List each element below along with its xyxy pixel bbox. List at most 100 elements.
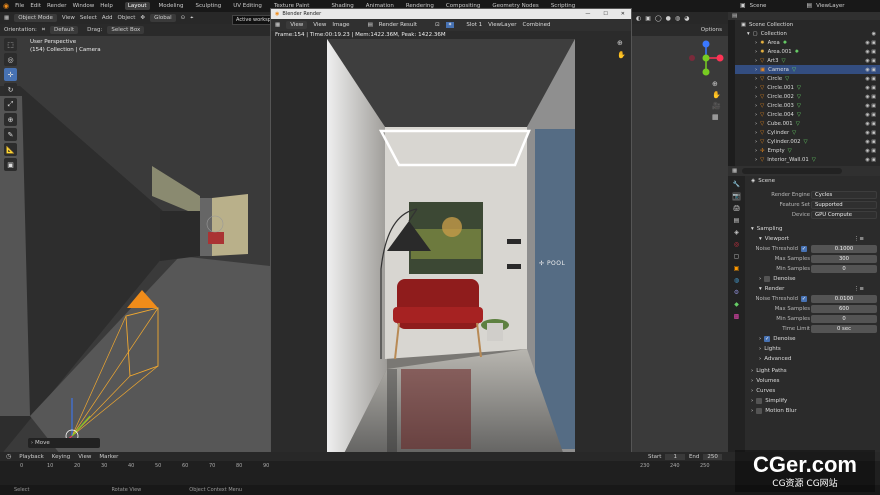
3d-viewport[interactable]: User Perspective (154) Collection | Came… xyxy=(0,36,270,454)
visibility-eye-icon[interactable]: ◉ ▣ xyxy=(865,157,876,163)
feature-set-dropdown[interactable]: Supported xyxy=(811,201,877,209)
row-chevron-icon[interactable]: › xyxy=(755,148,757,154)
visibility-eye-icon[interactable]: ◉ ▣ xyxy=(865,49,876,55)
texture-tab-icon[interactable]: ▩ xyxy=(732,312,741,321)
visibility-eye-icon[interactable]: ◉ ▣ xyxy=(865,112,876,118)
add-cube-tool-icon[interactable]: ▣ xyxy=(4,158,17,171)
viewlayer-dropdown[interactable]: ViewLayer xyxy=(488,22,516,28)
zoom-view-icon[interactable]: ⊕ xyxy=(712,80,721,88)
output-tab-icon[interactable]: 🖨 xyxy=(732,204,741,213)
timeline-editor-icon[interactable]: ◷ xyxy=(6,453,11,460)
outliner-row-circle-003[interactable]: › ▽ Circle.003 ▽ ◉ ▣ xyxy=(735,101,880,110)
lights-subpanel-header[interactable]: › Lights xyxy=(745,344,880,354)
render-denoise-checkbox[interactable]: ✓ xyxy=(764,336,771,342)
close-icon[interactable]: ✕ xyxy=(621,11,625,17)
start-field[interactable]: 1 xyxy=(665,453,685,460)
maximize-icon[interactable]: ☐ xyxy=(603,11,607,17)
shading-wire-icon[interactable]: ◯ xyxy=(655,15,662,22)
navigation-gizmo[interactable] xyxy=(686,38,726,78)
advanced-subpanel-header[interactable]: › Advanced xyxy=(745,354,880,364)
physics-tab-icon[interactable]: ◍ xyxy=(732,276,741,285)
drag-dropdown[interactable]: Select Box xyxy=(107,26,145,34)
simplify-panel-header[interactable]: › Simplify xyxy=(745,396,880,406)
viewport-min-samples-field[interactable]: 0 xyxy=(811,265,877,273)
visibility-eye-icon[interactable]: ◉ ▣ xyxy=(865,85,876,91)
overlay-icon[interactable]: ◐ xyxy=(636,15,641,22)
outliner-row-art3[interactable]: › ▽ Art3 ▽ ◉ ▣ xyxy=(735,56,880,65)
snap-icon[interactable]: ⌖ xyxy=(190,15,193,22)
tab-modeling[interactable]: Modeling xyxy=(156,2,187,10)
row-chevron-icon[interactable]: › xyxy=(755,94,757,100)
scene-name[interactable]: Scene xyxy=(750,3,767,9)
collection-tab-icon[interactable]: ▢ xyxy=(732,252,741,261)
menu-view[interactable]: View xyxy=(62,15,75,21)
object-tab-icon[interactable]: ▣ xyxy=(732,264,741,273)
visibility-eye-icon[interactable]: ◉ ▣ xyxy=(865,58,876,64)
volumes-panel-header[interactable]: › Volumes xyxy=(745,376,880,386)
scale-tool-icon[interactable]: ⤢ xyxy=(4,98,17,111)
sampling-panel-header[interactable]: ▾ Sampling xyxy=(745,224,880,234)
outliner-row-camera[interactable]: › ▣ Camera ▽ ◉ ▣ xyxy=(735,65,880,74)
menu-window[interactable]: Window xyxy=(73,3,95,9)
orientation-dropdown[interactable]: Default xyxy=(50,26,79,34)
light-paths-panel-header[interactable]: › Light Paths xyxy=(745,366,880,376)
list-icon[interactable]: ⋮≡ xyxy=(854,286,864,292)
menu-playback[interactable]: Playback xyxy=(19,454,44,460)
viewport-denoise-checkbox[interactable] xyxy=(764,276,771,282)
outliner-row-circle-004[interactable]: › ▽ Circle.004 ▽ ◉ ▣ xyxy=(735,110,880,119)
properties-search[interactable] xyxy=(742,168,843,174)
render-noise-threshold-field[interactable]: 0.0100 xyxy=(811,295,877,303)
row-chevron-icon[interactable]: › xyxy=(755,139,757,145)
pivot-icon[interactable]: ⊙ xyxy=(181,15,186,21)
end-field[interactable]: 250 xyxy=(703,453,722,460)
tab-layout[interactable]: Layout xyxy=(124,2,150,10)
motion-blur-panel-header[interactable]: › Motion Blur xyxy=(745,406,880,416)
viewport-noise-threshold-field[interactable]: 0.1000 xyxy=(811,245,877,253)
editor-type-icon[interactable]: ▦ xyxy=(4,15,9,21)
render-engine-dropdown[interactable]: Cycles xyxy=(811,191,877,199)
visibility-eye-icon[interactable]: ◉ xyxy=(872,31,876,37)
menu-view-2[interactable]: View xyxy=(313,22,326,28)
menu-select[interactable]: Select xyxy=(80,15,97,21)
outliner-row-cube-001[interactable]: › ▽ Cube.001 ▽ ◉ ▣ xyxy=(735,119,880,128)
outliner-row-circle[interactable]: › ▽ Circle ▽ ◉ ▣ xyxy=(735,74,880,83)
measure-tool-icon[interactable]: 📐 xyxy=(4,143,17,156)
minimize-icon[interactable]: — xyxy=(585,11,590,17)
render-max-samples-field[interactable]: 600 xyxy=(811,305,877,313)
row-chevron-icon[interactable]: › xyxy=(755,121,757,127)
time-limit-field[interactable]: 0 sec xyxy=(811,325,877,333)
pass-dropdown[interactable]: Combined xyxy=(523,22,551,28)
transform-tool-icon[interactable]: ⊕ xyxy=(4,113,17,126)
options-dropdown[interactable]: Options xyxy=(701,27,722,33)
visibility-eye-icon[interactable]: ◉ ▣ xyxy=(865,103,876,109)
shading-render-icon[interactable]: ◕ xyxy=(684,15,689,22)
cursor-tool-icon[interactable]: ◎ xyxy=(4,53,17,66)
visibility-eye-icon[interactable]: ◉ ▣ xyxy=(865,67,876,73)
menu-marker[interactable]: Marker xyxy=(99,454,118,460)
outliner-collection[interactable]: ▾ ▢ Collection ◉ xyxy=(735,29,880,38)
outliner-row-circle-001[interactable]: › ▽ Circle.001 ▽ ◉ ▣ xyxy=(735,83,880,92)
row-chevron-icon[interactable]: › xyxy=(755,112,757,118)
menu-keying[interactable]: Keying xyxy=(52,454,70,460)
hand-icon[interactable]: ✋ xyxy=(617,51,626,59)
outliner-row-cylinder[interactable]: › ▽ Cylinder ▽ ◉ ▣ xyxy=(735,128,880,137)
visibility-eye-icon[interactable]: ◉ ▣ xyxy=(865,121,876,127)
row-chevron-icon[interactable]: › xyxy=(755,58,757,64)
select-box-tool-icon[interactable]: ⬚ xyxy=(4,38,17,51)
pan-view-icon[interactable]: ✋ xyxy=(712,91,721,99)
view-layer-tab-icon[interactable]: ▤ xyxy=(732,216,741,225)
render-result-name[interactable]: Render Result xyxy=(379,22,417,28)
outliner-row-interior-wall-01[interactable]: › ▽ Interior_Wall.01 ▽ ◉ ▣ xyxy=(735,155,880,164)
row-chevron-icon[interactable]: › xyxy=(755,85,757,91)
properties-editor-icon[interactable]: ▦ xyxy=(732,168,737,174)
pin-icon[interactable]: ⊡ xyxy=(435,22,440,28)
xray-icon[interactable]: ▣ xyxy=(645,15,651,22)
viewlayer-name[interactable]: ViewLayer xyxy=(816,3,844,9)
viewport-subpanel-header[interactable]: ▾ Viewport ⋮≡ xyxy=(745,234,880,244)
render-subpanel-header[interactable]: ▾ Render ⋮≡ xyxy=(745,284,880,294)
row-chevron-icon[interactable]: › xyxy=(755,157,757,163)
row-chevron-icon[interactable]: › xyxy=(755,76,757,82)
outliner-scene-collection[interactable]: ▣ Scene Collection xyxy=(735,20,880,29)
zoom-icon[interactable]: ⊕ xyxy=(617,39,623,47)
visibility-eye-icon[interactable]: ◉ ▣ xyxy=(865,130,876,136)
